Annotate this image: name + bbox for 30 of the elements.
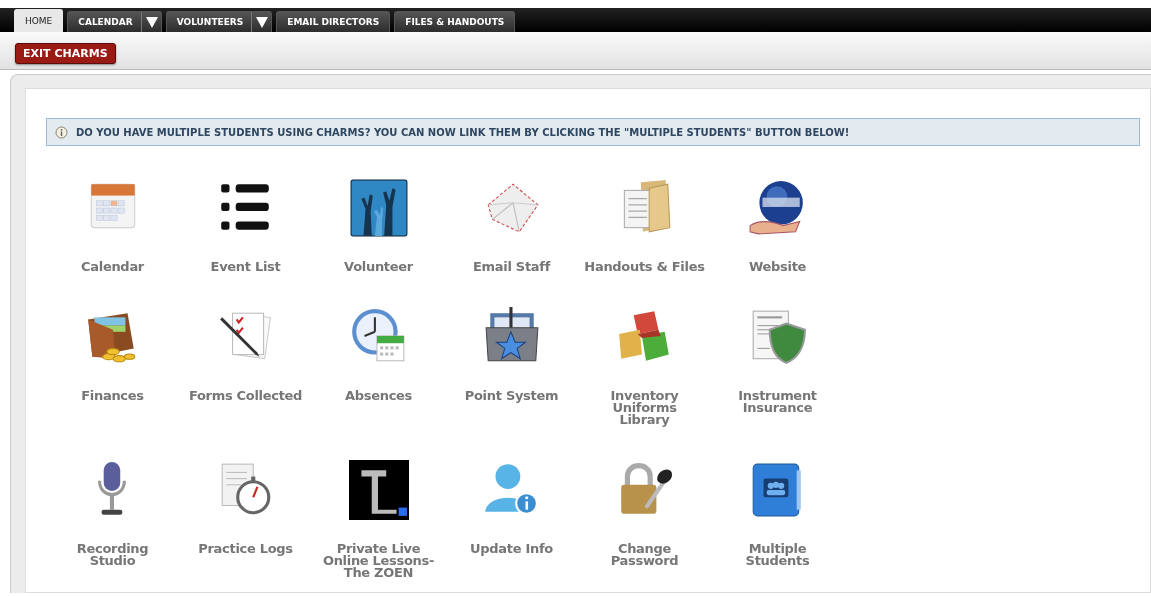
app-link[interactable]: Instrument Insurance <box>738 307 817 414</box>
app-link[interactable]: Private Live Online Lessons- The ZOEN <box>322 460 435 579</box>
dropdown-caret-icon[interactable] <box>145 16 158 28</box>
nav-tab[interactable]: EMAIL DIRECTORS <box>276 11 391 32</box>
info-icon <box>55 125 68 139</box>
exit-button[interactable]: EXIT CHARMS <box>15 43 116 64</box>
nav-tab[interactable]: FILES & HANDOUTS <box>394 11 516 32</box>
app-link[interactable]: Volunteer <box>344 178 413 273</box>
nav-tab[interactable]: CALENDAR <box>67 11 162 32</box>
app-link[interactable]: Email Staff <box>473 178 550 273</box>
app-link[interactable]: Practice Logs <box>198 460 293 555</box>
app-link[interactable]: Multiple Students <box>745 460 810 567</box>
app-link[interactable]: Inventory Uniforms Library <box>610 307 679 426</box>
nav-tab[interactable]: VOLUNTEERS <box>165 11 273 32</box>
app-link[interactable]: Change Password <box>610 460 679 567</box>
app-link[interactable]: Event List <box>210 178 281 273</box>
square-logo-icon <box>348 460 409 520</box>
nav-tab[interactable]: HOME <box>14 9 64 32</box>
app-link[interactable]: Calendar <box>81 178 144 273</box>
app-link[interactable]: Website <box>747 178 808 273</box>
dropdown-caret-icon[interactable] <box>256 16 269 28</box>
app-link[interactable]: Finances <box>81 307 144 402</box>
app-link[interactable]: Update Info <box>470 460 553 555</box>
info-message: DO YOU HAVE MULTIPLE STUDENTS USING CHARMS? YOU CAN NOW LINK THEM BY CLICKING THE "MULTIPLE STUDENTS" BUTTON BELOW! <box>76 126 850 138</box>
app-link[interactable]: Handouts & Files <box>584 178 705 273</box>
app-link[interactable]: Forms Collected <box>188 307 303 402</box>
app-link[interactable]: Point System <box>464 307 559 402</box>
app-link[interactable]: Recording Studio <box>76 460 149 567</box>
raised-hands-icon <box>348 178 409 238</box>
app-link[interactable]: Absences <box>344 307 412 402</box>
